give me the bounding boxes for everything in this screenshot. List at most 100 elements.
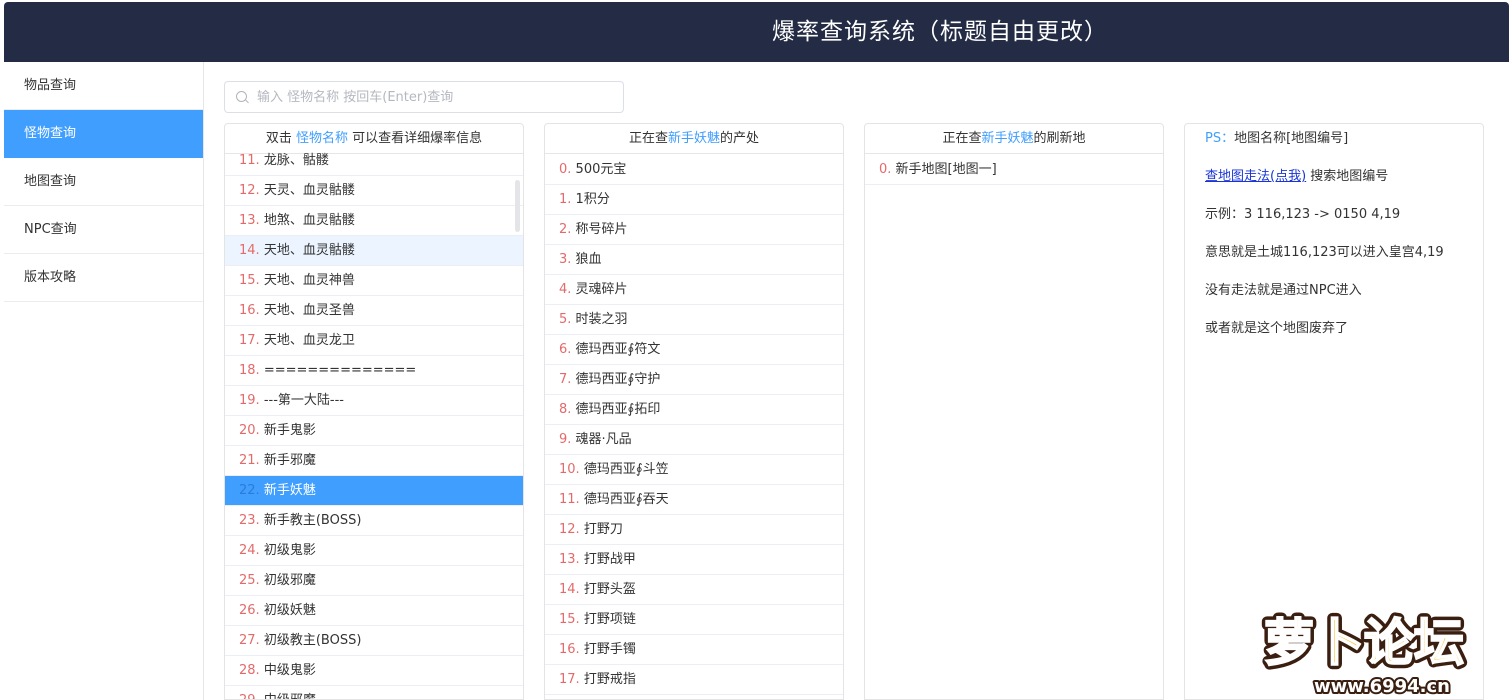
list-item[interactable]: 26. 初级妖魅 <box>225 596 523 626</box>
sidebar-item-map-query[interactable]: 地图查询 <box>4 158 203 206</box>
item-name: 德玛西亚∮吞天 <box>583 492 669 507</box>
list-item[interactable]: 25. 初级邪魔 <box>225 566 523 596</box>
item-name: 天地、血灵龙卫 <box>263 333 355 348</box>
spawn-list: 0. 新手地图[地图一] <box>865 155 1163 699</box>
list-item[interactable]: 29. 中级邪魔 <box>225 686 523 699</box>
list-item[interactable]: 13. 地煞、血灵骷髅 <box>225 206 523 236</box>
list-item[interactable]: 24. 初级鬼影 <box>225 536 523 566</box>
item-index: 6. <box>559 342 572 357</box>
search-icon <box>236 91 247 102</box>
list-item[interactable]: 10. 德玛西亚∮斗笠 <box>545 455 843 485</box>
item-index: 10. <box>559 462 580 477</box>
list-item[interactable]: 4. 灵魂碎片 <box>545 275 843 305</box>
item-index: 8. <box>559 402 572 417</box>
item-name: 魂器·凡品 <box>575 432 632 447</box>
item-name: 中级邪魔 <box>264 693 316 699</box>
item-index: 29. <box>239 693 260 699</box>
monster-list: 11. 龙脉、骷髅 12. 天灵、血灵骷髅 13. 地煞、血灵骷髅 14. 天地、血灵… <box>225 146 523 699</box>
list-item[interactable]: 2. 称号碎片 <box>545 215 843 245</box>
item-name: 打野刀 <box>583 522 623 537</box>
app-title: 爆率查询系统（标题自由更改） <box>772 19 1108 45</box>
list-item[interactable]: 6. 德玛西亚∮符文 <box>545 335 843 365</box>
header-prefix: 正在查 <box>942 131 982 146</box>
list-item[interactable]: 16. 打野手镯 <box>545 635 843 665</box>
list-item[interactable]: 11. 龙脉、骷髅 <box>225 146 523 176</box>
list-item[interactable]: 9. 魂器·凡品 <box>545 425 843 455</box>
example-text: 示例：3 116,123 -> 0150 4,19 <box>1205 207 1401 222</box>
forum-logo: 萝卜论坛 萝卜论坛 www.6994.cn www.6994.cn <box>1260 610 1469 699</box>
item-index: 14. <box>559 582 580 597</box>
search-input[interactable] <box>257 82 617 112</box>
sidebar-item-npc-query[interactable]: NPC查询 <box>4 206 203 254</box>
list-item[interactable]: 0. 新手地图[地图一] <box>865 155 1163 185</box>
sidebar-menu: 物品查询 怪物查询 地图查询 NPC查询 版本攻略 <box>4 62 204 700</box>
item-index: 15. <box>239 273 260 288</box>
item-index: 0. <box>879 162 892 177</box>
list-item[interactable]: 17. 天地、血灵龙卫 <box>225 326 523 356</box>
item-name: ============== <box>263 363 417 378</box>
item-name: 称号碎片 <box>575 222 628 237</box>
item-name: 新手教主(BOSS) <box>263 513 362 528</box>
ps-label: PS： <box>1205 131 1235 146</box>
list-item[interactable]: 12. 天灵、血灵骷髅 <box>225 176 523 206</box>
list-item[interactable]: 28. 中级鬼影 <box>225 656 523 686</box>
item-index: 13. <box>559 552 580 567</box>
item-index: 7. <box>559 372 572 387</box>
item-name: 灵魂碎片 <box>575 282 628 297</box>
list-item[interactable]: 16. 天地、血灵圣兽 <box>225 296 523 326</box>
item-index: 15. <box>559 612 580 627</box>
sidebar-item-item-query[interactable]: 物品查询 <box>4 62 203 110</box>
sidebar-item-monster-query[interactable]: 怪物查询 <box>4 110 203 158</box>
list-item[interactable]: 14. 打野头盔 <box>545 575 843 605</box>
list-item[interactable]: 23. 新手教主(BOSS) <box>225 506 523 536</box>
list-item[interactable]: 13. 打野战甲 <box>545 545 843 575</box>
drop-list: 0. 500元宝 1. 1积分 2. 称号碎片 3. 狼血 4. 灵魂碎片 5. 时装之羽… <box>545 155 843 699</box>
list-item[interactable]: 11. 德玛西亚∮吞天 <box>545 485 843 515</box>
item-index: 21. <box>239 453 260 468</box>
item-name: 天灵、血灵骷髅 <box>263 183 355 198</box>
item-index: 2. <box>559 222 572 237</box>
item-index: 1. <box>559 192 572 207</box>
item-name: 新手鬼影 <box>263 423 316 438</box>
list-item[interactable]: 12. 打野刀 <box>545 515 843 545</box>
list-item[interactable]: 15. 打野项链 <box>545 605 843 635</box>
list-item[interactable]: 17. 打野戒指 <box>545 665 843 695</box>
item-name: 地煞、血灵骷髅 <box>263 213 355 228</box>
list-item[interactable]: 0. 500元宝 <box>545 155 843 185</box>
list-item[interactable]: 5. 时装之羽 <box>545 305 843 335</box>
abandoned-text: 或者就是这个地图废弃了 <box>1205 321 1349 336</box>
item-index: 12. <box>239 183 260 198</box>
list-item[interactable]: 22. 新手妖魅 <box>225 476 523 506</box>
list-item[interactable]: 14. 天地、血灵骷髅 <box>225 236 523 266</box>
item-name: 新手地图[地图一] <box>895 162 997 177</box>
sidebar-item-version-guide[interactable]: 版本攻略 <box>4 254 203 302</box>
monster-list-scrollbar[interactable] <box>515 180 520 232</box>
item-index: 5. <box>559 312 572 327</box>
item-name: 初级鬼影 <box>263 543 316 558</box>
list-item[interactable]: 21. 新手邪魔 <box>225 446 523 476</box>
item-index: 3. <box>559 252 572 267</box>
item-index: 11. <box>559 492 580 507</box>
item-name: 天地、血灵圣兽 <box>263 303 355 318</box>
list-item[interactable]: 1. 1积分 <box>545 185 843 215</box>
logo-text: 萝卜论坛 <box>1264 614 1464 672</box>
list-item[interactable]: 27. 初级教主(BOSS) <box>225 626 523 656</box>
item-name: 新手妖魅 <box>263 483 316 498</box>
meaning-text: 意思就是土城116,123可以进入皇宫4,19 <box>1205 245 1444 260</box>
item-name: 500元宝 <box>575 162 627 177</box>
header-prefix: 正在查 <box>628 131 668 146</box>
search-box[interactable] <box>224 81 624 113</box>
item-name: 德玛西亚∮拓印 <box>575 402 661 417</box>
map-route-link[interactable]: 查地图走法(点我) <box>1205 169 1306 184</box>
list-item[interactable]: 20. 新手鬼影 <box>225 416 523 446</box>
item-index: 9. <box>559 432 572 447</box>
list-item[interactable]: 18. ============== <box>225 356 523 386</box>
list-item[interactable]: 19. ---第一大陆--- <box>225 386 523 416</box>
list-item[interactable]: 7. 德玛西亚∮守护 <box>545 365 843 395</box>
item-name: 德玛西亚∮符文 <box>575 342 661 357</box>
item-index: 25. <box>239 573 260 588</box>
list-item[interactable]: 8. 德玛西亚∮拓印 <box>545 395 843 425</box>
list-item[interactable]: 3. 狼血 <box>545 245 843 275</box>
item-index: 13. <box>239 213 260 228</box>
list-item[interactable]: 15. 天地、血灵神兽 <box>225 266 523 296</box>
